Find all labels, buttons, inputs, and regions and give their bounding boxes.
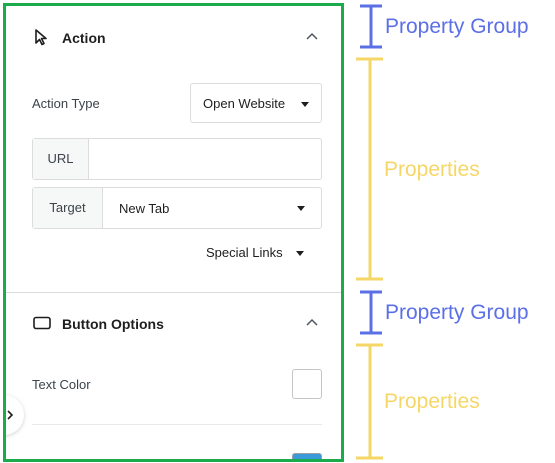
properties-bracket [356,343,383,460]
url-prefix-label: URL [33,139,89,179]
properties-annotation: Properties [384,390,480,413]
property-group-bracket [360,290,382,335]
chevron-right-icon [7,410,14,420]
color-swatch[interactable] [292,453,322,459]
row-divider [32,424,322,425]
sidebar-toggle-tab[interactable] [6,395,24,435]
chevron-up-icon[interactable] [304,30,320,42]
special-links-label: Special Links [206,245,283,260]
text-color-swatch[interactable] [292,369,322,399]
target-prefix-label: Target [33,188,103,228]
url-input[interactable] [89,139,321,179]
target-value: New Tab [119,201,170,216]
property-group-bracket [360,4,382,49]
text-color-label: Text Color [32,377,91,392]
chevron-up-icon[interactable] [304,316,320,328]
properties-bracket [356,57,383,281]
button-rectangle-icon [33,316,51,330]
properties-annotation: Properties [384,158,480,181]
url-field: URL [32,138,322,180]
action-group-header[interactable]: Action [6,10,341,62]
action-group-title: Action [62,30,106,46]
property-group-annotation: Property Group [385,301,529,324]
caret-down-icon [301,102,309,107]
action-type-value: Open Website [203,96,286,111]
button-options-group-header[interactable]: Button Options [6,295,341,347]
caret-down-icon [296,251,304,256]
action-type-select[interactable]: Open Website [190,83,322,123]
special-links-dropdown[interactable]: Special Links [206,243,316,263]
group-divider [6,292,341,293]
action-type-label: Action Type [32,96,100,111]
target-field[interactable]: Target New Tab [32,187,322,229]
property-group-annotation: Property Group [385,15,529,38]
caret-down-icon [297,206,305,211]
button-options-group-title: Button Options [62,316,164,332]
properties-panel: Action Action Type Open Website URL Targ… [3,3,344,462]
cursor-arrow-icon [35,29,47,46]
